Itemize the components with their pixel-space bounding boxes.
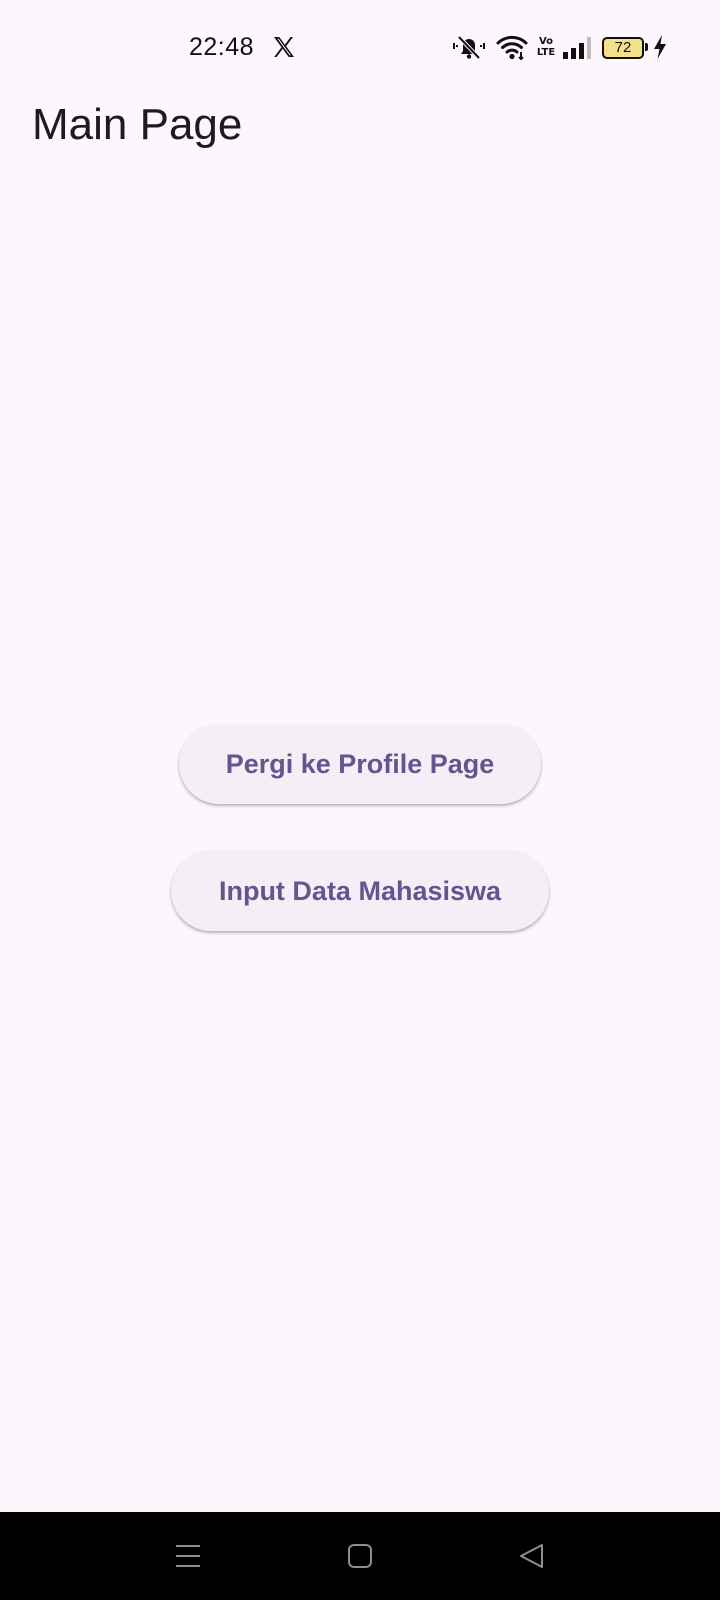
x-icon	[274, 37, 294, 57]
volte-label-bottom: LTE	[536, 47, 556, 58]
navigation-bar	[0, 1512, 720, 1600]
signal-icon	[563, 37, 591, 59]
profile-page-button[interactable]: Pergi ke Profile Page	[179, 724, 541, 804]
battery-level: 72	[602, 37, 644, 59]
battery-tip	[645, 43, 648, 51]
mute-icon	[453, 35, 485, 60]
app-screen: 22:48 Vo LTE 72 Main Page Pergi ke Profi…	[0, 0, 720, 1512]
volte-label-top: Vo	[538, 36, 554, 47]
input-data-button[interactable]: Input Data Mahasiswa	[171, 851, 549, 931]
menu-icon[interactable]	[172, 1540, 204, 1572]
status-time: 22:48	[189, 33, 255, 61]
status-icons: Vo LTE 72	[452, 34, 682, 62]
back-icon[interactable]	[516, 1540, 548, 1572]
status-bar: 22:48 Vo LTE 72	[0, 0, 720, 96]
volte-icon: Vo LTE	[536, 36, 556, 60]
battery-icon: 72	[602, 37, 648, 59]
home-icon[interactable]	[344, 1540, 376, 1572]
page-title: Main Page	[32, 100, 243, 149]
wifi-icon	[496, 35, 528, 60]
charging-bolt-icon	[654, 35, 666, 59]
